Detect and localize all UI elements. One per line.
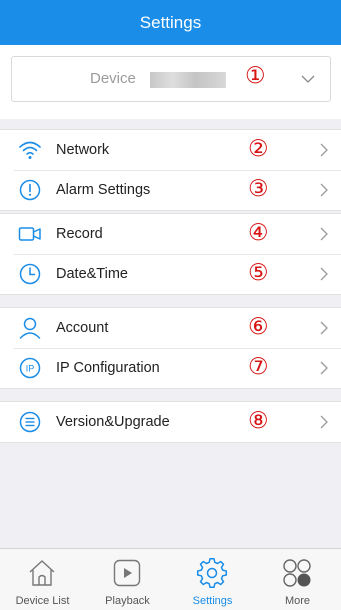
clock-icon — [19, 263, 41, 285]
annotation-number: ⑧ — [248, 408, 269, 434]
tab-label: Settings — [192, 595, 233, 607]
annotation-number: ② — [248, 136, 269, 162]
menu-item-account[interactable]: Account ⑥ — [0, 308, 341, 348]
menu-item-alarm-settings[interactable]: Alarm Settings ③ — [0, 170, 341, 210]
annotation-number: ⑦ — [248, 354, 269, 380]
device-section: Device ① — [0, 45, 341, 119]
user-icon — [19, 317, 41, 339]
annotation-number: ① — [245, 63, 266, 89]
device-name-redacted — [150, 72, 226, 88]
chevron-right-icon — [320, 227, 328, 241]
tab-label: Playback — [105, 595, 150, 607]
settings-group-3: Account ⑥ IP IP Configuration ⑦ — [0, 307, 341, 389]
device-label: Device — [90, 70, 136, 87]
menu-item-label: IP Configuration — [56, 360, 160, 376]
list-circle-icon — [19, 411, 41, 433]
chevron-right-icon — [320, 267, 328, 281]
chevron-down-icon — [301, 75, 315, 83]
chevron-right-icon — [320, 415, 328, 429]
chevron-right-icon — [320, 143, 328, 157]
settings-group-2: Record ④ Date&Time ⑤ — [0, 213, 341, 295]
chevron-right-icon — [320, 361, 328, 375]
play-icon — [113, 559, 141, 587]
menu-item-label: Account — [56, 320, 109, 336]
tab-settings[interactable]: Settings — [170, 549, 255, 610]
chevron-right-icon — [320, 321, 328, 335]
menu-item-network[interactable]: Network ② — [0, 130, 341, 170]
tab-playback[interactable]: Playback — [85, 549, 170, 610]
annotation-number: ⑥ — [248, 314, 269, 340]
annotation-number: ⑤ — [248, 260, 269, 286]
tab-bar: Device List Playback Settings More — [0, 548, 341, 610]
ip-icon: IP — [19, 357, 41, 379]
menu-item-label: Version&Upgrade — [56, 414, 170, 430]
tab-more[interactable]: More — [255, 549, 340, 610]
tab-label: Device List — [15, 595, 70, 607]
settings-group-4: Version&Upgrade ⑧ — [0, 401, 341, 443]
chevron-right-icon — [320, 183, 328, 197]
more-circles-icon — [283, 559, 311, 587]
menu-item-version-upgrade[interactable]: Version&Upgrade ⑧ — [0, 402, 341, 442]
annotation-number: ④ — [248, 220, 269, 246]
menu-item-label: Record — [56, 226, 103, 242]
video-camera-icon — [18, 227, 41, 241]
home-icon — [29, 560, 55, 586]
header-bar: Settings — [0, 0, 341, 45]
settings-group-1: Network ② Alarm Settings ③ — [0, 129, 341, 211]
menu-item-label: Alarm Settings — [56, 182, 151, 198]
gear-icon — [196, 557, 228, 589]
menu-item-date-time[interactable]: Date&Time ⑤ — [0, 254, 341, 294]
menu-item-ip-configuration[interactable]: IP IP Configuration ⑦ — [0, 348, 341, 388]
device-select[interactable]: Device ① — [11, 56, 331, 102]
menu-item-label: Date&Time — [56, 266, 128, 282]
tab-label: More — [284, 595, 311, 607]
menu-item-record[interactable]: Record ④ — [0, 214, 341, 254]
wifi-icon — [19, 141, 41, 159]
alert-circle-icon — [19, 179, 41, 201]
page-title: Settings — [139, 12, 202, 32]
menu-item-label: Network — [56, 142, 110, 158]
tab-device-list[interactable]: Device List — [0, 549, 85, 610]
svg-text:IP: IP — [26, 364, 35, 374]
annotation-number: ③ — [248, 176, 269, 202]
